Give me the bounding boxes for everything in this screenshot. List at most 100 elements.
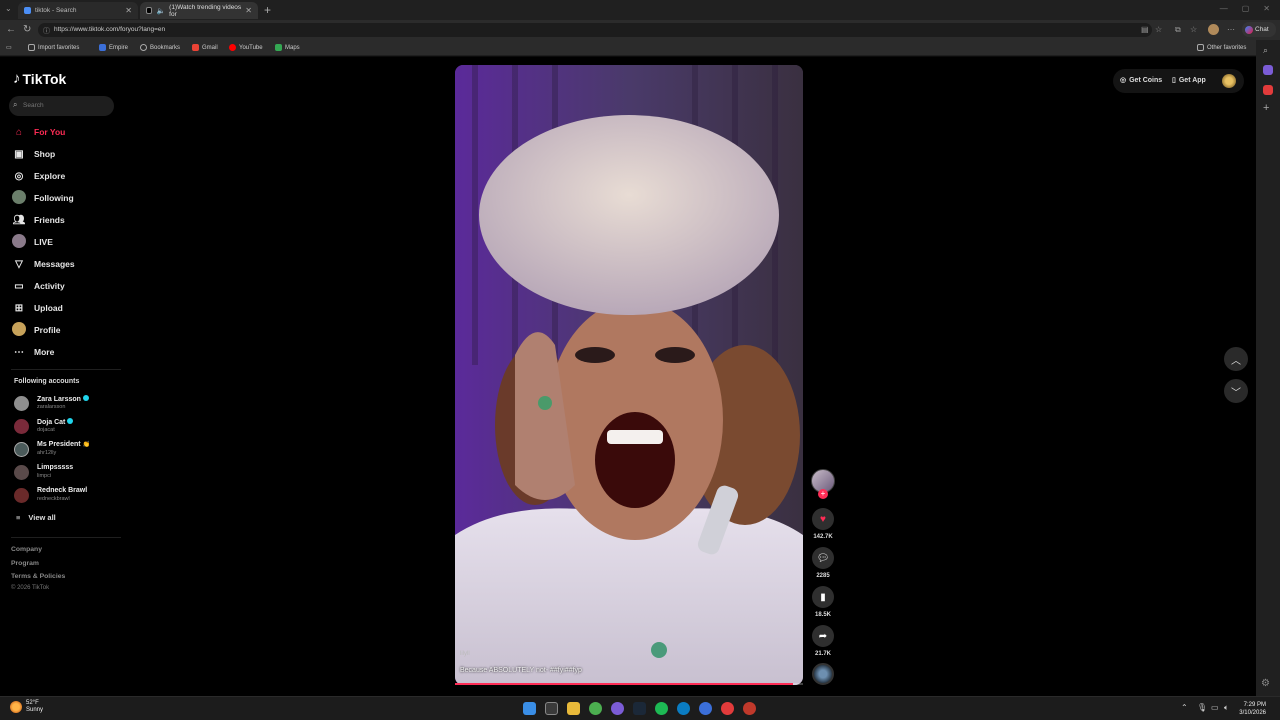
tiktok-logo[interactable]: ♪ TikTok [13, 70, 66, 87]
profile-avatar[interactable] [1208, 24, 1219, 35]
microphone-icon[interactable]: 🎙︎ [1197, 703, 1207, 712]
start-icon[interactable] [523, 702, 536, 715]
activity-icon: ▭ [14, 280, 24, 292]
get-coins-button[interactable]: ◎ Get Coins [1120, 76, 1162, 85]
next-video-button[interactable]: ﹀ [1224, 379, 1248, 403]
nav-messages[interactable]: ▽ Messages [12, 256, 75, 272]
nav-live[interactable]: LIVE [12, 233, 53, 250]
refresh-icon[interactable]: ↻ [23, 24, 31, 35]
footer-company-link[interactable]: Company [11, 546, 42, 553]
browser-icon[interactable] [677, 702, 690, 715]
minimize-icon[interactable]: — [1220, 4, 1228, 13]
info-icon[interactable]: ⓘ [43, 26, 50, 36]
network-icon[interactable]: ▭ [1211, 703, 1219, 712]
follow-plus-icon[interactable]: + [818, 489, 828, 499]
copilot-chat-button[interactable]: Chat [1242, 22, 1276, 37]
share-count: 21.7K [814, 651, 831, 657]
maps-icon [275, 44, 282, 51]
task-view-icon[interactable] [545, 702, 558, 715]
speaker-icon[interactable]: 🔈 [156, 7, 165, 15]
weather-widget[interactable]: 52°F Sunny [10, 700, 43, 714]
fav-gmail[interactable]: Gmail [192, 44, 218, 51]
app-icon[interactable] [721, 702, 734, 715]
steam-icon[interactable] [633, 702, 646, 715]
emoji-icon: 👏 [82, 442, 91, 448]
back-icon[interactable]: ← [6, 24, 16, 35]
previous-video-button[interactable]: ︿ [1224, 347, 1248, 371]
favorites-icon[interactable]: ☆ [1190, 25, 1197, 34]
nav-label: Messages [34, 259, 75, 269]
view-all-link[interactable]: ≡ View all [16, 513, 56, 522]
fav-bookmarks[interactable]: Bookmarks [140, 44, 180, 51]
footer-program-link[interactable]: Program [11, 560, 39, 567]
menu-dots-icon[interactable]: ⋯ [1227, 25, 1235, 34]
fav-label: Bookmarks [150, 44, 181, 51]
video-player[interactable] [455, 65, 803, 685]
fav-empire[interactable]: Empire [99, 44, 128, 51]
progress-fill [455, 683, 793, 685]
split-screen-icon[interactable]: ⧉ [1175, 25, 1181, 35]
sidebar-app-icon[interactable] [1263, 65, 1273, 75]
video-author[interactable]: lilyll [460, 651, 470, 657]
avatar [14, 465, 29, 480]
sidebar-app-icon[interactable] [1263, 85, 1273, 95]
user-avatar[interactable] [1222, 74, 1236, 88]
account-handle: limpci [37, 473, 52, 479]
edge-icon[interactable] [611, 702, 624, 715]
sidebar-toggle-icon[interactable]: ▭ [6, 44, 12, 51]
share-icon: ➦ [812, 625, 834, 647]
close-window-icon[interactable]: ✕ [1263, 4, 1270, 13]
nav-following[interactable]: Following [12, 189, 74, 206]
sidebar-add-icon[interactable]: + [1263, 102, 1269, 114]
nav-friends[interactable]: 👥︎ Friends [12, 212, 65, 228]
tab-search[interactable]: tiktok - Search ✕ [18, 2, 138, 19]
volume-icon[interactable]: 🔈︎ [1224, 703, 1229, 713]
spotify-icon[interactable] [655, 702, 668, 715]
app-icon[interactable] [699, 702, 712, 715]
tab-actions-icon[interactable]: ⌄ [5, 4, 12, 13]
file-explorer-icon[interactable] [567, 702, 580, 715]
tray-chevron-icon[interactable]: ⌃ [1181, 703, 1188, 712]
clock[interactable]: 7:29 PM 3/10/2026 [1239, 701, 1266, 717]
window-controls: — ▢ ✕ [1220, 4, 1270, 13]
nav-label: Friends [34, 215, 65, 225]
save-button[interactable]: ▮ 18.5K [811, 586, 835, 618]
nav-upload[interactable]: ⊞ Upload [12, 300, 63, 316]
read-aloud-icon[interactable]: ▤ [1141, 25, 1149, 34]
sidebar-search-icon[interactable]: ⌕ [1263, 45, 1268, 56]
fav-other[interactable]: Other favorites [1197, 44, 1246, 51]
chrome-icon[interactable] [589, 702, 602, 715]
favorite-star-icon[interactable]: ☆ [1155, 25, 1162, 34]
tab-tiktok[interactable]: 🔈 (1)Watch trending videos for ✕ [140, 2, 258, 19]
nav-shop[interactable]: ▣ Shop [12, 146, 55, 162]
save-count: 18.5K [814, 612, 831, 618]
new-tab-button[interactable]: + [264, 3, 271, 17]
music-disc-icon[interactable] [812, 663, 834, 685]
gear-icon[interactable]: ⚙ [1261, 678, 1270, 689]
footer-terms-link[interactable]: Terms & Policies [11, 573, 65, 580]
search-input[interactable]: ⌕ Search [9, 96, 114, 116]
divider [11, 537, 121, 538]
nav-for-you[interactable]: ⌂ For You [12, 124, 65, 140]
copyright-text: © 2026 TikTok [11, 585, 50, 591]
nav-more[interactable]: ⋯ More [12, 344, 54, 360]
maximize-icon[interactable]: ▢ [1242, 4, 1250, 13]
nav-activity[interactable]: ▭ Activity [12, 278, 64, 294]
app-icon[interactable] [743, 702, 756, 715]
nav-profile[interactable]: Profile [12, 321, 60, 338]
fav-youtube[interactable]: YouTube [229, 44, 263, 51]
comment-button[interactable]: 💬︎ 2285 [811, 547, 835, 579]
nav-label: Upload [34, 303, 63, 313]
upload-icon: ⊞ [14, 302, 24, 314]
like-button[interactable]: ♥ 142.7K [811, 508, 835, 540]
url-text: https://www.tiktok.com/foryou?lang=en [54, 26, 166, 33]
fav-maps[interactable]: Maps [275, 44, 300, 51]
close-tab-icon[interactable]: ✕ [245, 6, 252, 15]
fav-import[interactable]: Import favorites [28, 44, 79, 51]
video-progress-bar[interactable] [455, 683, 803, 685]
share-button[interactable]: ➦ 21.7K [811, 625, 835, 657]
get-app-button[interactable]: ▯ Get App [1172, 76, 1206, 85]
url-field[interactable]: ⓘ https://www.tiktok.com/foryou?lang=en [38, 23, 1152, 37]
nav-explore[interactable]: ◎ Explore [12, 168, 66, 184]
close-tab-icon[interactable]: ✕ [125, 6, 132, 15]
